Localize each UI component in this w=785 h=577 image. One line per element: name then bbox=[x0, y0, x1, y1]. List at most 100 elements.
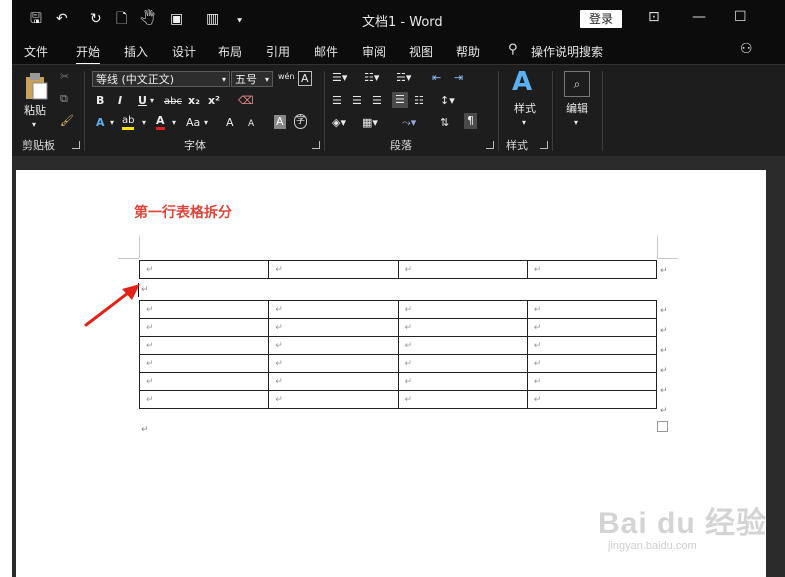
table-cell[interactable]: ↵ bbox=[397, 390, 528, 409]
change-case-icon[interactable]: Aa bbox=[186, 115, 200, 131]
line-spacing-icon[interactable]: ↕▾ bbox=[440, 93, 455, 109]
new-document-icon[interactable]: 🗋 bbox=[116, 10, 127, 28]
table-cell[interactable]: ↵ bbox=[397, 260, 528, 279]
tab-review[interactable]: 审阅 bbox=[362, 43, 386, 60]
enclose-characters-icon[interactable]: 字 bbox=[294, 114, 308, 129]
highlight-color-icon[interactable]: ab bbox=[122, 114, 135, 130]
share-user-icon[interactable]: ⚇ bbox=[740, 41, 753, 57]
superscript-button[interactable]: x² bbox=[208, 93, 220, 109]
table-top[interactable]: ↵ ↵ ↵ ↵ bbox=[138, 260, 658, 279]
save-icon[interactable]: 🖫 bbox=[30, 10, 42, 28]
styles-launcher-icon[interactable] bbox=[540, 141, 548, 149]
table-bottom[interactable]: ↵ ↵ ↵ ↵ ↵ ↵ ↵ ↵ ↵ ↵ ↵ ↵ ↵ ↵ ↵ ↵ ↵ ↵ ↵ ↵ ↵ ↵ ↵ ↵ bbox=[138, 300, 658, 409]
shading-icon[interactable]: ◈▾ bbox=[332, 115, 346, 131]
chinese-layout-icon[interactable]: ⤳▾ bbox=[402, 115, 416, 131]
strikethrough-button[interactable]: abc bbox=[164, 94, 182, 110]
table-cell[interactable]: ↵ bbox=[397, 336, 528, 355]
tab-insert[interactable]: 插入 bbox=[124, 43, 148, 60]
table-cell[interactable]: ↵ bbox=[526, 372, 658, 391]
font-size-combo[interactable]: 五号 ▾ bbox=[231, 71, 273, 87]
multilevel-list-icon[interactable]: ☵▾ bbox=[396, 70, 411, 86]
table-cell[interactable]: ↵ bbox=[138, 318, 270, 337]
chevron-down-icon[interactable]: ▾ bbox=[204, 115, 208, 131]
table-resize-handle[interactable] bbox=[657, 421, 668, 432]
table-cell[interactable]: ↵ bbox=[138, 260, 270, 279]
maximize-icon[interactable]: ☐ bbox=[734, 9, 747, 25]
paragraph-launcher-icon[interactable] bbox=[486, 141, 494, 149]
tab-design[interactable]: 设计 bbox=[172, 43, 196, 60]
table-cell[interactable]: ↵ bbox=[526, 390, 658, 409]
table-cell[interactable]: ↵ bbox=[268, 336, 399, 355]
font-color-icon[interactable]: A bbox=[156, 114, 165, 130]
tab-view[interactable]: 视图 bbox=[409, 43, 433, 60]
document-heading[interactable]: 第一行表格拆分 bbox=[134, 202, 232, 222]
clipboard-launcher-icon[interactable] bbox=[72, 141, 80, 149]
table-cell[interactable]: ↵ bbox=[138, 300, 270, 319]
bold-button[interactable]: B bbox=[96, 93, 104, 109]
chevron-down-icon[interactable]: ▾ bbox=[142, 115, 146, 131]
phonetic-guide-icon[interactable]: wén bbox=[278, 69, 295, 85]
chevron-down-icon[interactable]: ▾ bbox=[574, 115, 578, 131]
chevron-down-icon[interactable]: ▾ bbox=[522, 115, 526, 131]
format-painter-icon[interactable]: 🖌 bbox=[60, 113, 74, 129]
redo-icon[interactable]: ↻ bbox=[90, 10, 102, 28]
table-cell[interactable]: ↵ bbox=[268, 300, 399, 319]
tab-home[interactable]: 开始 bbox=[76, 43, 101, 65]
table-cell[interactable]: ↵ bbox=[526, 336, 658, 355]
undo-icon[interactable]: ↶ bbox=[56, 10, 68, 28]
find-icon[interactable]: ⌕ bbox=[564, 71, 590, 97]
font-launcher-icon[interactable] bbox=[312, 141, 320, 149]
subscript-button[interactable]: x₂ bbox=[188, 93, 200, 109]
show-marks-icon[interactable]: ¶ bbox=[464, 113, 477, 129]
numbering-icon[interactable]: ☷▾ bbox=[364, 70, 379, 86]
table-cell[interactable]: ↵ bbox=[526, 300, 658, 319]
table-cell[interactable]: ↵ bbox=[397, 300, 528, 319]
tab-mailings[interactable]: 邮件 bbox=[314, 43, 338, 60]
chevron-down-icon[interactable]: ▾ bbox=[172, 115, 176, 131]
decrease-indent-icon[interactable]: ⇤ bbox=[432, 70, 441, 86]
table-cell[interactable]: ↵ bbox=[397, 354, 528, 373]
styles-icon[interactable]: A bbox=[512, 67, 532, 97]
login-button[interactable]: 登录 bbox=[580, 10, 622, 28]
table-cell[interactable]: ↵ bbox=[268, 260, 399, 279]
sort-icon[interactable]: ⇅ bbox=[440, 115, 449, 131]
clipboard-icon[interactable]: ▥ bbox=[206, 10, 219, 28]
chevron-down-icon[interactable]: ▾ bbox=[110, 115, 114, 131]
align-left-icon[interactable]: ☰ bbox=[332, 93, 342, 109]
character-shading-icon[interactable]: A bbox=[274, 115, 286, 129]
paste-icon[interactable] bbox=[24, 71, 50, 101]
tab-references[interactable]: 引用 bbox=[266, 43, 290, 60]
table-cell[interactable]: ↵ bbox=[397, 318, 528, 337]
clear-formatting-icon[interactable]: ⌫ bbox=[238, 93, 254, 109]
minimize-icon[interactable]: — bbox=[692, 9, 706, 25]
table-icon[interactable]: ▣ bbox=[170, 10, 183, 28]
tab-layout[interactable]: 布局 bbox=[218, 43, 242, 60]
table-cell[interactable]: ↵ bbox=[526, 260, 658, 279]
table-cell[interactable]: ↵ bbox=[138, 336, 270, 355]
table-cell[interactable]: ↵ bbox=[268, 318, 399, 337]
table-cell[interactable]: ↵ bbox=[397, 372, 528, 391]
tab-file[interactable]: 文件 bbox=[24, 43, 48, 60]
table-cell[interactable]: ↵ bbox=[268, 354, 399, 373]
borders-icon[interactable]: ▦▾ bbox=[362, 115, 378, 131]
table-cell[interactable]: ↵ bbox=[526, 354, 658, 373]
tab-help[interactable]: 帮助 bbox=[456, 43, 480, 60]
cut-icon[interactable]: ✂ bbox=[60, 69, 69, 85]
tell-me-search[interactable]: 操作说明搜索 bbox=[531, 43, 603, 60]
table-cell[interactable]: ↵ bbox=[268, 390, 399, 409]
align-right-icon[interactable]: ☰ bbox=[372, 93, 382, 109]
increase-indent-icon[interactable]: ⇥ bbox=[454, 70, 463, 86]
chevron-down-icon[interactable]: ▾ bbox=[150, 93, 154, 109]
paste-dropdown-icon[interactable]: ▾ bbox=[32, 117, 36, 133]
touch-mode-icon[interactable]: 🖑 bbox=[140, 10, 155, 28]
table-cell[interactable]: ↵ bbox=[138, 372, 270, 391]
text-effects-icon[interactable]: A bbox=[96, 115, 105, 131]
customize-qat-icon[interactable]: ⯆ bbox=[236, 13, 243, 31]
ribbon-display-options-icon[interactable]: ⊡ bbox=[648, 9, 660, 25]
underline-button[interactable]: U bbox=[138, 93, 147, 109]
distributed-icon[interactable]: ☷ bbox=[414, 93, 424, 109]
table-cell[interactable]: ↵ bbox=[138, 390, 270, 409]
italic-button[interactable]: I bbox=[118, 93, 122, 109]
table-cell[interactable]: ↵ bbox=[268, 372, 399, 391]
grow-font-icon[interactable]: A bbox=[226, 115, 234, 131]
